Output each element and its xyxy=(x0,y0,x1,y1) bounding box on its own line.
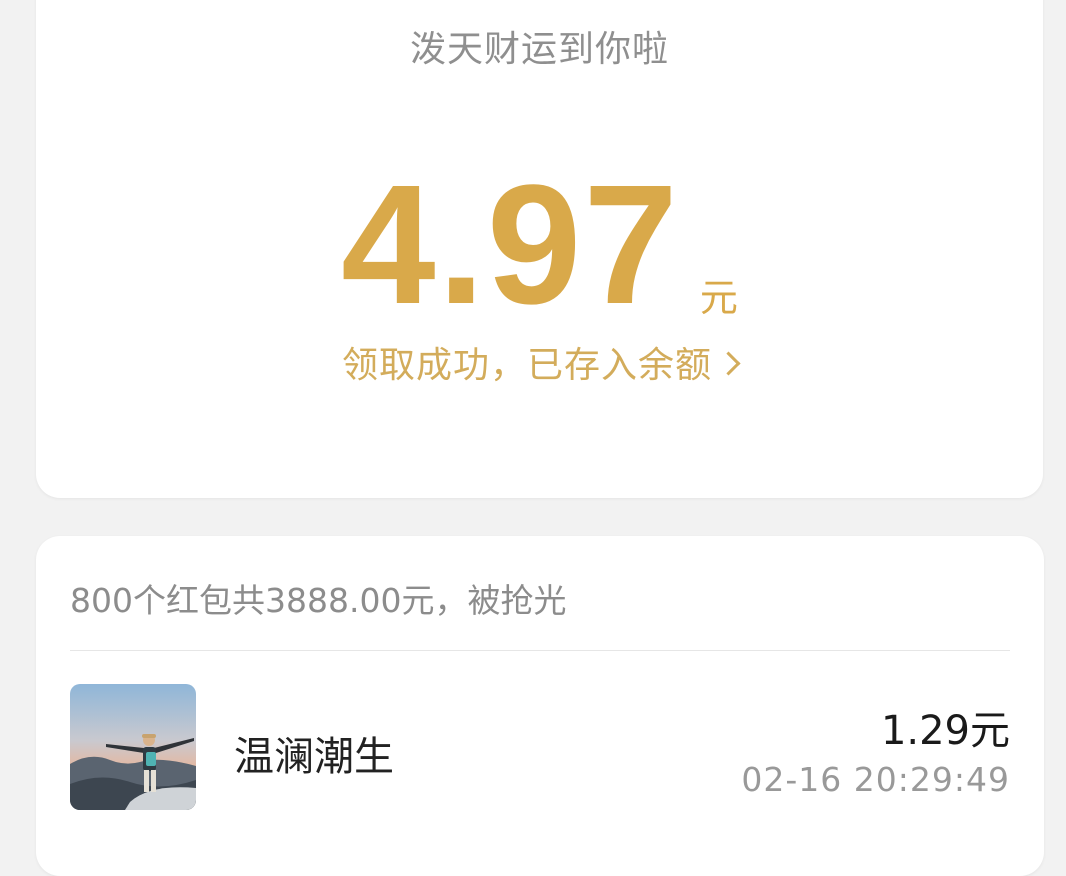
balance-link-label: 领取成功，已存入余额 xyxy=(341,345,712,386)
divider xyxy=(70,650,1010,651)
amount-unit: 元 xyxy=(699,276,738,320)
amount-display: 4.97 元 xyxy=(36,160,1043,330)
avatar[interactable] xyxy=(70,684,196,810)
avatar-photo-icon xyxy=(70,684,196,810)
greeting-text: 泼天财运到你啦 xyxy=(409,29,669,70)
chevron-right-icon xyxy=(716,351,741,376)
packet-records-card: 800个红包共3888.00元，被抢光 温澜潮生 1.29元 02-16 20:… xyxy=(36,536,1044,876)
record-name: 温澜潮生 xyxy=(234,734,394,780)
packet-summary: 800个红包共3888.00元，被抢光 xyxy=(70,581,567,620)
received-packet-card: 泼天财运到你啦 4.97 元 领取成功，已存入余额 xyxy=(36,0,1043,498)
record-amount: 1.29元 xyxy=(880,708,1010,754)
balance-link[interactable]: 领取成功，已存入余额 xyxy=(36,336,1043,388)
list-item[interactable]: 温澜潮生 1.29元 02-16 20:29:49 xyxy=(70,684,1010,812)
amount-value: 4.97 xyxy=(341,150,680,340)
record-time: 02-16 20:29:49 xyxy=(741,760,1010,799)
